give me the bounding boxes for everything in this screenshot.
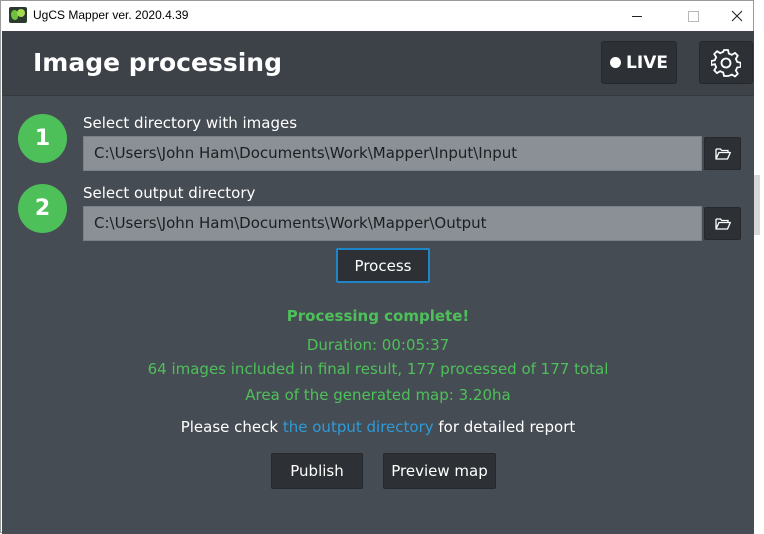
- browse-input-button[interactable]: [704, 137, 741, 170]
- folder-open-icon: [714, 218, 731, 230]
- title-bar[interactable]: UgCS Mapper ver. 2020.4.39: [1, 1, 753, 31]
- processing-map-area: Area of the generated map: 3.20ha: [245, 386, 511, 404]
- close-icon: [731, 10, 743, 22]
- maximize-icon: [687, 10, 699, 22]
- maximize-button[interactable]: [670, 1, 716, 31]
- minimize-button[interactable]: [614, 1, 660, 31]
- gear-icon: [711, 48, 741, 77]
- processing-duration: Duration: 00:05:37: [306, 336, 450, 354]
- header: Image processing LIVE: [2, 31, 754, 96]
- output-directory-link[interactable]: the output directory: [283, 418, 434, 436]
- preview-map-button[interactable]: Preview map: [383, 453, 496, 489]
- input-directory-label: Select directory with images: [83, 114, 298, 132]
- step-2-badge: 2: [18, 184, 67, 233]
- live-label: LIVE: [626, 52, 668, 73]
- minimize-icon: [632, 15, 642, 17]
- window-title: UgCS Mapper ver. 2020.4.39: [33, 8, 189, 22]
- main-panel: Image processing LIVE 1 Select directory…: [2, 31, 754, 534]
- live-dot-icon: [610, 57, 622, 68]
- report-suffix: for detailed report: [438, 418, 576, 436]
- processing-status-title: Processing complete!: [286, 307, 470, 325]
- step-1-badge: 1: [18, 114, 67, 163]
- publish-button[interactable]: Publish: [271, 453, 363, 489]
- folder-open-icon: [714, 148, 731, 160]
- report-prefix: Please check: [180, 418, 279, 436]
- browse-output-button[interactable]: [704, 207, 741, 240]
- output-directory-label: Select output directory: [83, 184, 256, 202]
- app-window: UgCS Mapper ver. 2020.4.39 Image process…: [0, 0, 754, 534]
- processing-image-count: 64 images included in final result, 177 …: [147, 360, 609, 378]
- settings-button[interactable]: [699, 41, 753, 84]
- process-button[interactable]: Process: [336, 248, 430, 283]
- background-window-edge: [754, 0, 764, 533]
- page-title: Image processing: [33, 48, 282, 77]
- output-directory-field[interactable]: C:\Users\John Ham\Documents\Work\Mapper\…: [83, 206, 702, 241]
- input-directory-field[interactable]: C:\Users\John Ham\Documents\Work\Mapper\…: [83, 136, 702, 171]
- app-logo-icon: [9, 7, 27, 23]
- live-button[interactable]: LIVE: [601, 41, 677, 84]
- report-message: Please check the output directory for de…: [2, 418, 754, 436]
